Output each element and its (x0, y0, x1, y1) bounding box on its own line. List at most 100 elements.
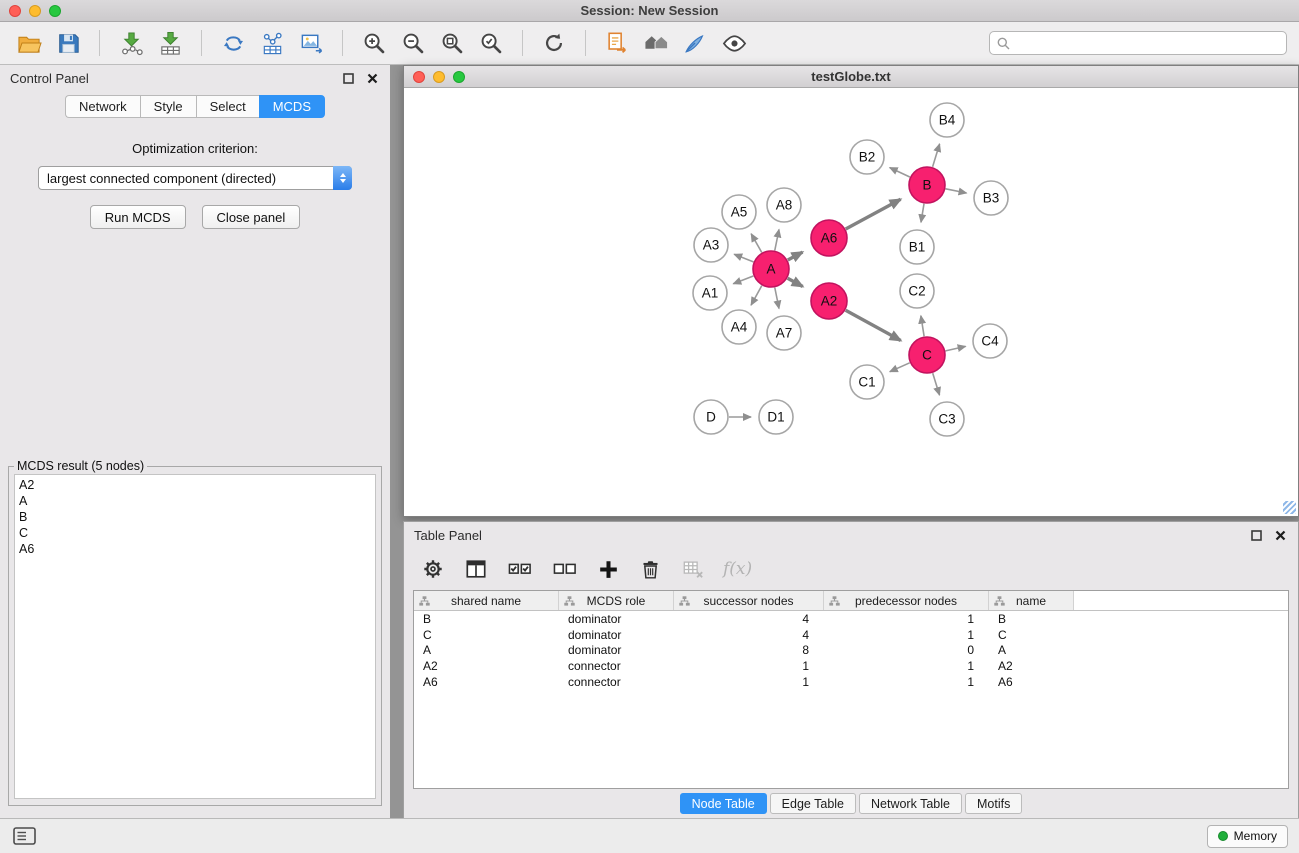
tab-mcds[interactable]: MCDS (259, 95, 325, 118)
graph-edge-B-B4[interactable] (933, 144, 940, 167)
close-panel-button[interactable]: Close panel (202, 205, 301, 229)
save-session-button[interactable] (51, 26, 85, 60)
graph-edge-A-A7[interactable] (775, 288, 779, 309)
close-window-button[interactable] (9, 5, 21, 17)
graph-edge-A-A4[interactable] (751, 286, 762, 306)
memory-button[interactable]: Memory (1207, 825, 1288, 848)
float-table-panel-button[interactable] (1249, 528, 1264, 543)
table-row[interactable]: A6connector11A6 (414, 674, 1288, 690)
graph-node-B[interactable]: B (909, 167, 945, 203)
first-neighbors-button[interactable] (600, 26, 634, 60)
graph-node-C3[interactable]: C3 (930, 402, 964, 436)
graph-edge-A-A6[interactable] (788, 252, 803, 260)
zoom-window-button[interactable] (49, 5, 61, 17)
graph-edge-A-A8[interactable] (775, 230, 779, 251)
apply-style-button[interactable] (678, 26, 712, 60)
mcds-result-item[interactable]: A (19, 493, 371, 509)
graph-edge-C-C2[interactable] (921, 316, 924, 337)
graph-node-A7[interactable]: A7 (767, 316, 801, 350)
network-graph[interactable]: AA6A2BCA5A8A3A1A4A7B2B4B3B1C2C4C1C3DD1 (404, 88, 1298, 516)
zoom-fit-button[interactable] (435, 26, 469, 60)
graph-node-A8[interactable]: A8 (767, 188, 801, 222)
graph-edge-A-A2[interactable] (788, 278, 803, 286)
tab-network-table[interactable]: Network Table (859, 793, 962, 814)
search-box[interactable] (989, 31, 1287, 55)
graph-node-C[interactable]: C (909, 337, 945, 373)
close-control-panel-button[interactable] (365, 71, 380, 86)
table-row[interactable]: A2connector11A2 (414, 658, 1288, 674)
close-table-panel-button[interactable] (1273, 528, 1288, 543)
mcds-result-item[interactable]: A2 (19, 477, 371, 493)
graph-edge-A-A5[interactable] (751, 234, 762, 253)
graph-edge-B-B1[interactable] (921, 204, 924, 223)
column-header-name[interactable]: name (989, 591, 1074, 610)
graph-node-D[interactable]: D (694, 400, 728, 434)
resize-handle[interactable] (1283, 501, 1296, 514)
split-panel-button[interactable] (463, 556, 489, 582)
home-view-button[interactable] (639, 26, 673, 60)
graph-node-A5[interactable]: A5 (722, 195, 756, 229)
dropdown-stepper-icon[interactable] (333, 166, 352, 190)
graph-edge-A-A1[interactable] (733, 276, 753, 284)
network-canvas[interactable]: AA6A2BCA5A8A3A1A4A7B2B4B3B1C2C4C1C3DD1 (404, 88, 1298, 516)
unselect-all-button[interactable] (551, 556, 579, 582)
graph-node-A[interactable]: A (753, 251, 789, 287)
network-zoom-button[interactable] (453, 71, 465, 83)
table-row[interactable]: Adominator80A (414, 643, 1288, 659)
tab-node-table[interactable]: Node Table (680, 793, 767, 814)
import-table-button[interactable] (153, 26, 187, 60)
zoom-in-button[interactable] (357, 26, 391, 60)
graph-edge-B-B3[interactable] (946, 189, 967, 193)
graph-edge-A-A3[interactable] (734, 254, 753, 262)
graph-node-B4[interactable]: B4 (930, 103, 964, 137)
select-all-button[interactable] (506, 556, 534, 582)
graph-node-A2[interactable]: A2 (811, 283, 847, 319)
run-mcds-button[interactable]: Run MCDS (90, 205, 186, 229)
tab-network[interactable]: Network (65, 95, 140, 118)
column-header-shared-name[interactable]: shared name (414, 591, 559, 610)
graph-node-B3[interactable]: B3 (974, 181, 1008, 215)
graph-edge-C-C4[interactable] (946, 346, 966, 351)
graph-edge-B-B2[interactable] (890, 168, 910, 177)
show-all-button[interactable] (717, 26, 751, 60)
mcds-result-item[interactable]: C (19, 525, 371, 541)
column-header-successor-nodes[interactable]: successor nodes (674, 591, 824, 610)
network-minimize-button[interactable] (433, 71, 445, 83)
zoom-out-button[interactable] (396, 26, 430, 60)
tab-edge-table[interactable]: Edge Table (770, 793, 856, 814)
tab-motifs[interactable]: Motifs (965, 793, 1022, 814)
graph-node-B1[interactable]: B1 (900, 230, 934, 264)
tab-style[interactable]: Style (140, 95, 196, 118)
zoom-selected-button[interactable] (474, 26, 508, 60)
graph-node-A3[interactable]: A3 (694, 228, 728, 262)
graph-edge-C-C3[interactable] (933, 373, 940, 395)
graph-node-D1[interactable]: D1 (759, 400, 793, 434)
tab-select[interactable]: Select (196, 95, 259, 118)
column-header-mcds-role[interactable]: MCDS role (559, 591, 674, 610)
graph-edge-A6-B[interactable] (846, 199, 901, 229)
console-button[interactable] (11, 825, 38, 847)
graph-node-A6[interactable]: A6 (811, 220, 847, 256)
graph-node-A1[interactable]: A1 (693, 276, 727, 310)
graph-node-C2[interactable]: C2 (900, 274, 934, 308)
refresh-layout-button[interactable] (537, 26, 571, 60)
criterion-dropdown[interactable]: largest connected component (directed) (38, 166, 352, 190)
network-table-button[interactable] (255, 26, 289, 60)
graph-edge-C-C1[interactable] (890, 363, 910, 372)
function-builder-button[interactable]: f(x) (723, 559, 752, 579)
table-settings-button[interactable] (420, 556, 446, 582)
open-file-button[interactable] (12, 26, 46, 60)
graph-node-A4[interactable]: A4 (722, 310, 756, 344)
mcds-result-item[interactable]: A6 (19, 541, 371, 557)
table-row[interactable]: Cdominator41C (414, 627, 1288, 643)
mcds-result-list[interactable]: A2ABCA6 (14, 474, 376, 799)
float-panel-button[interactable] (341, 71, 356, 86)
table-row[interactable]: Bdominator41B (414, 611, 1288, 627)
delete-row-button[interactable] (638, 557, 663, 582)
column-header-predecessor-nodes[interactable]: predecessor nodes (824, 591, 989, 610)
graph-edge-A2-C[interactable] (846, 310, 901, 340)
import-network-button[interactable] (114, 26, 148, 60)
delete-table-button[interactable] (680, 556, 706, 582)
mcds-result-item[interactable]: B (19, 509, 371, 525)
share-network-button[interactable] (216, 26, 250, 60)
